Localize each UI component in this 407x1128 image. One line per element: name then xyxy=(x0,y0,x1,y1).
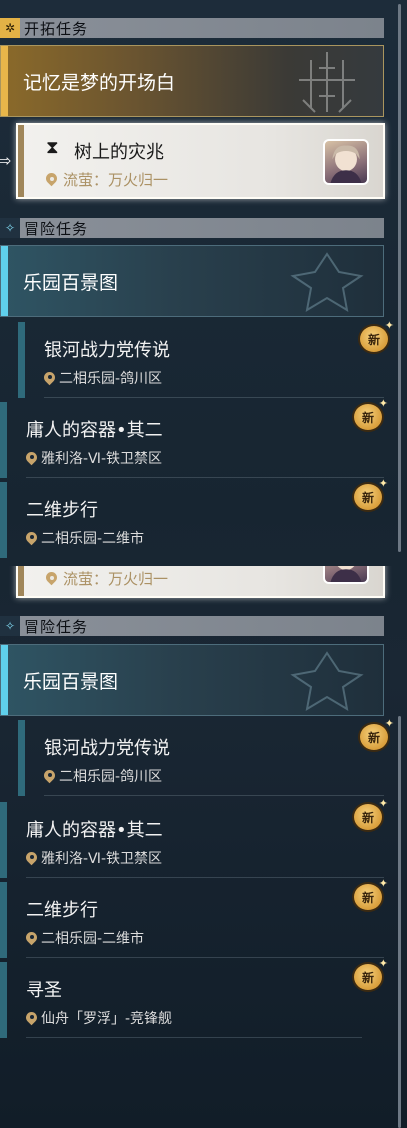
divider xyxy=(26,877,384,878)
sparkle-icon: ✧ xyxy=(0,616,20,636)
accent-bar xyxy=(1,246,8,316)
adventure-section-header: ✧ 冒险任务 xyxy=(0,616,384,636)
accent-bar xyxy=(0,882,7,958)
quest-name: 二维步行 xyxy=(26,500,98,521)
quest-name: 银河战力党传说 xyxy=(44,738,170,759)
quest-location: 流萤：万火归一 xyxy=(46,568,168,589)
new-badge-icon: 新 xyxy=(352,797,388,832)
accent-bar xyxy=(18,125,24,197)
mission-list-top: ✲ 开拓任务 记忆是梦的开场白 ⇨ ⧗ 树上的灾兆 流萤：万火归一 ✧ 冒险任务… xyxy=(0,0,407,568)
hourglass-icon: ⧗ xyxy=(46,137,59,158)
section-title: 冒险任务 xyxy=(24,617,89,636)
emblem-icon xyxy=(290,252,364,312)
divider xyxy=(26,957,384,958)
location-pin-icon xyxy=(26,532,37,545)
list-item[interactable]: 寻圣 仙舟「罗浮」-竞锋舰 新 xyxy=(0,957,388,1038)
list-item[interactable]: 二维步行 二相乐园-二维市 新 xyxy=(0,477,388,558)
new-badge-icon: 新 xyxy=(358,717,394,752)
new-badge-icon: 新 xyxy=(352,477,388,512)
location-pin-icon xyxy=(26,852,37,865)
mission-list-bottom: 流萤：万火归一 ✧ 冒险任务 乐园百景图 银河战力党传说 二相乐园-鸽川区 新 … xyxy=(0,566,407,1128)
quest-location-text: 流萤：万火归一 xyxy=(63,171,169,189)
divider xyxy=(26,1037,362,1038)
quest-location: 二相乐园-鸽川区 xyxy=(44,368,162,388)
accent-bar xyxy=(18,566,24,596)
emblem-icon xyxy=(299,52,355,113)
quest-name: 庸人的容器•其二 xyxy=(26,420,163,441)
adventure-main-label: 乐园百景图 xyxy=(23,271,119,294)
quest-location-text: 雅利洛-Ⅵ-铁卫禁区 xyxy=(41,451,163,467)
divider xyxy=(44,397,384,398)
accent-bar xyxy=(18,322,25,398)
quest-location: 流萤：万火归一 xyxy=(46,169,168,190)
location-pin-icon xyxy=(46,173,57,186)
quest-location-text: 二相乐园-鸽川区 xyxy=(59,769,163,785)
character-avatar xyxy=(323,139,369,185)
divider xyxy=(26,477,384,478)
trailblaze-section-header: ✲ 开拓任务 xyxy=(0,18,384,38)
accent-bar xyxy=(1,645,8,715)
character-avatar xyxy=(323,566,369,584)
divider xyxy=(44,795,384,796)
adventure-main-label: 乐园百景图 xyxy=(23,670,119,693)
location-pin-icon xyxy=(26,932,37,945)
location-pin-icon xyxy=(46,572,57,585)
quest-name: 银河战力党传说 xyxy=(44,340,170,361)
quest-location-text: 仙舟「罗浮」-竞锋舰 xyxy=(41,1011,173,1027)
selected-quest-card[interactable]: ⇨ ⧗ 树上的灾兆 流萤：万火归一 xyxy=(0,123,385,199)
quest-name: 寻圣 xyxy=(26,980,62,1001)
new-badge-icon: 新 xyxy=(358,319,394,354)
list-item[interactable]: 二维步行 二相乐园-二维市 新 xyxy=(0,877,388,958)
accent-bar xyxy=(0,402,7,478)
quest-title: 树上的灾兆 xyxy=(74,142,164,163)
quest-location: 二相乐园-鸽川区 xyxy=(44,766,162,786)
adventure-main-header[interactable]: 乐园百景图 xyxy=(0,245,384,317)
accent-bar xyxy=(18,720,25,796)
accent-bar xyxy=(0,962,7,1038)
list-item[interactable]: 银河战力党传说 二相乐园-鸽川区 新 xyxy=(0,319,394,398)
quest-name: 庸人的容器•其二 xyxy=(26,820,163,841)
list-item[interactable]: 庸人的容器•其二 雅利洛-Ⅵ-铁卫禁区 新 xyxy=(0,797,388,878)
section-title: 冒险任务 xyxy=(24,219,89,238)
section-title: 开拓任务 xyxy=(24,19,89,38)
new-badge-icon: 新 xyxy=(352,877,388,912)
quest-location-text: 雅利洛-Ⅵ-铁卫禁区 xyxy=(41,851,163,867)
quest-location: 雅利洛-Ⅵ-铁卫禁区 xyxy=(26,448,162,468)
quest-location: 二相乐园-二维市 xyxy=(26,528,144,548)
new-badge-icon: 新 xyxy=(352,957,388,992)
location-pin-icon xyxy=(44,770,55,783)
quest-location: 雅利洛-Ⅵ-铁卫禁区 xyxy=(26,848,162,868)
adventure-section-header: ✧ 冒险任务 xyxy=(0,218,384,238)
selection-arrow-icon: ⇨ xyxy=(0,151,12,170)
accent-bar xyxy=(1,46,8,116)
emblem-icon xyxy=(290,651,364,711)
quest-name: 二维步行 xyxy=(26,900,98,921)
location-pin-icon xyxy=(44,372,55,385)
quest-location: 仙舟「罗浮」-竞锋舰 xyxy=(26,1008,172,1028)
location-pin-icon xyxy=(26,1012,37,1025)
main-mission-header[interactable]: 记忆是梦的开场白 xyxy=(0,45,384,117)
scrollbar[interactable] xyxy=(398,716,401,1128)
sparkle-icon: ✧ xyxy=(0,218,20,238)
scrollbar[interactable] xyxy=(398,4,401,552)
accent-bar xyxy=(0,482,7,558)
location-pin-icon xyxy=(26,452,37,465)
quest-location-text: 二相乐园-二维市 xyxy=(41,931,145,947)
main-mission-label: 记忆是梦的开场白 xyxy=(23,71,176,94)
star-diamond-icon: ✲ xyxy=(0,18,20,38)
list-item[interactable]: 银河战力党传说 二相乐园-鸽川区 新 xyxy=(0,717,394,796)
quest-location-text: 流萤：万火归一 xyxy=(63,570,169,588)
quest-location-text: 二相乐园-二维市 xyxy=(41,531,145,547)
accent-bar xyxy=(0,802,7,878)
quest-location: 二相乐园-二维市 xyxy=(26,928,144,948)
adventure-main-header[interactable]: 乐园百景图 xyxy=(0,644,384,716)
quest-location-text: 二相乐园-鸽川区 xyxy=(59,371,163,387)
list-item[interactable]: 庸人的容器•其二 雅利洛-Ⅵ-铁卫禁区 新 xyxy=(0,397,388,478)
new-badge-icon: 新 xyxy=(352,397,388,432)
selected-quest-card[interactable]: 流萤：万火归一 xyxy=(16,566,385,598)
